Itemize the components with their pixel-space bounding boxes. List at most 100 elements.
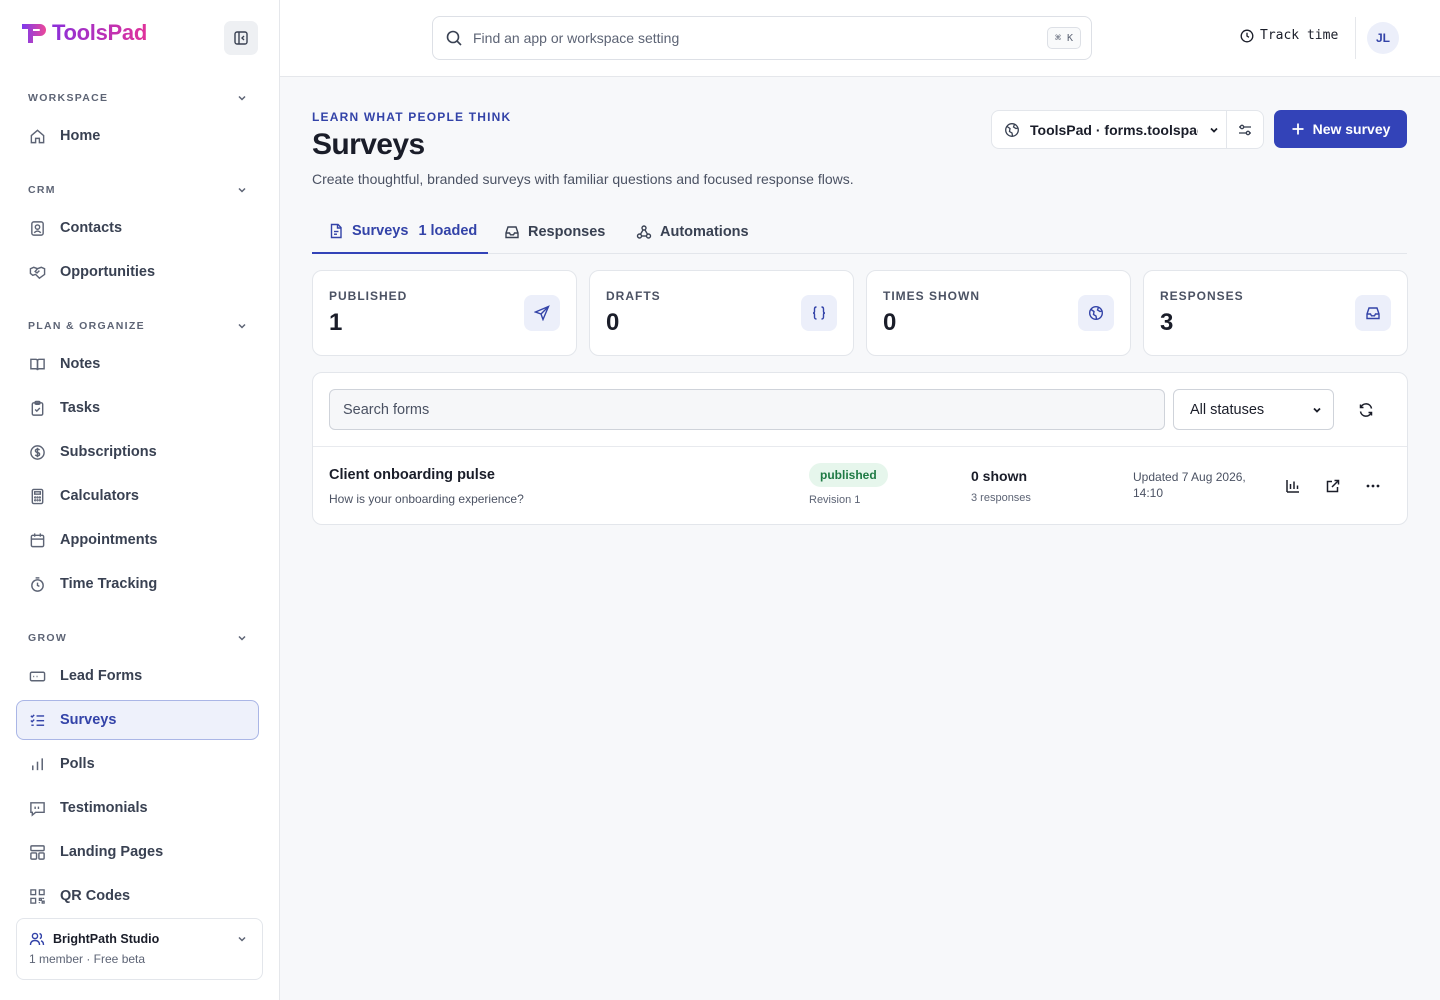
inbox-icon — [505, 225, 519, 238]
stat-value: 3 — [1160, 309, 1174, 336]
clipboard-check-icon — [31, 400, 44, 416]
sidebar-item-subscriptions[interactable]: Subscriptions — [16, 432, 259, 472]
tab-surveys[interactable]: Surveys 1 loaded — [312, 210, 488, 254]
sidebar-item-surveys[interactable]: Surveys — [16, 700, 259, 740]
collapse-sidebar-button[interactable] — [224, 21, 258, 55]
sidebar-item-appointments[interactable]: Appointments — [16, 520, 259, 560]
tab-bar: Surveys 1 loaded Responses Automations — [312, 210, 1407, 254]
organization-meta: 1 member · Free beta — [29, 952, 146, 966]
sidebar-item-label: Landing Pages — [60, 844, 164, 860]
sidebar-item-label: Lead Forms — [60, 668, 143, 684]
section-workspace[interactable]: WORKSPACE — [28, 92, 248, 104]
chevron-down-icon — [238, 187, 246, 193]
sidebar-item-calculators[interactable]: Calculators — [16, 476, 259, 516]
view-results-button[interactable] — [1281, 474, 1305, 498]
organization-switcher[interactable]: BrightPath Studio 1 member · Free beta — [16, 918, 263, 980]
chevron-down-icon — [238, 323, 246, 329]
app-name: ToolsPad — [52, 20, 147, 45]
section-label: GROW — [28, 632, 68, 644]
search-placeholder: Find an app or workspace setting — [473, 30, 680, 46]
sidebar-item-label: Appointments — [60, 532, 158, 548]
tab-responses[interactable]: Responses — [504, 210, 605, 253]
sidebar-item-polls[interactable]: Polls — [16, 744, 259, 784]
sidebar-item-lead-forms[interactable]: Lead Forms — [16, 656, 259, 696]
sidebar-item-label: Home — [60, 128, 101, 144]
stat-label: PUBLISHED — [329, 289, 408, 303]
stat-value: 1 — [329, 309, 343, 336]
sidebar-collapse-icon — [234, 31, 248, 45]
calendar-icon — [30, 532, 45, 547]
qr-code-icon — [30, 888, 45, 904]
inbox-icon — [1366, 307, 1380, 320]
bar-chart-icon — [32, 757, 43, 770]
sidebar-item-testimonials[interactable]: Testimonials — [16, 788, 259, 828]
section-plan-organize[interactable]: PLAN & ORGANIZE — [28, 320, 248, 332]
workspace-settings-button[interactable] — [1227, 111, 1263, 148]
section-label: WORKSPACE — [28, 92, 109, 104]
status-badge: published — [809, 463, 888, 487]
checklist-icon — [30, 713, 45, 726]
home-icon — [30, 128, 45, 143]
tab-automations[interactable]: Automations — [636, 210, 749, 253]
more-actions-button[interactable] — [1361, 474, 1385, 498]
survey-question: How is your onboarding experience? — [329, 492, 524, 506]
globe-icon — [1088, 305, 1104, 321]
sidebar-item-qr-codes[interactable]: QR Codes — [16, 876, 259, 916]
refresh-button[interactable] — [1353, 397, 1379, 423]
stat-label: TIMES SHOWN — [883, 289, 980, 303]
sidebar-item-time-tracking[interactable]: Time Tracking — [16, 564, 259, 604]
page-title: Surveys — [312, 128, 425, 161]
stat-icon-badge — [801, 295, 837, 331]
stopwatch-icon — [31, 576, 44, 592]
page-description: Create thoughtful, branded surveys with … — [312, 171, 854, 187]
handshake-icon — [29, 266, 46, 279]
chevron-down-icon — [238, 95, 246, 101]
search-forms-input[interactable] — [329, 389, 1165, 430]
workspace-select-value: ToolsPad · forms.toolspad — [1030, 121, 1198, 138]
sidebar-item-notes[interactable]: Notes — [16, 344, 259, 384]
workspace-domain-select: ToolsPad · forms.toolspad — [991, 110, 1264, 149]
new-survey-button[interactable]: New survey — [1274, 110, 1407, 148]
open-survey-button[interactable] — [1321, 474, 1345, 498]
plus-icon — [1292, 123, 1304, 135]
stat-icon-badge — [524, 295, 560, 331]
send-icon — [534, 305, 550, 321]
keyboard-shortcut-badge: ⌘ K — [1046, 27, 1081, 49]
tab-label: Surveys — [352, 223, 409, 239]
sidebar-item-label: Time Tracking — [60, 576, 158, 592]
sidebar-item-home[interactable]: Home — [16, 116, 259, 156]
section-grow[interactable]: GROW — [28, 632, 248, 644]
app-logo[interactable]: ToolsPad — [20, 20, 147, 46]
status-filter-select[interactable]: All statuses — [1173, 389, 1334, 430]
sidebar-item-tasks[interactable]: Tasks — [16, 388, 259, 428]
topbar: Find an app or workspace setting ⌘ K Tra… — [280, 0, 1440, 77]
clock-icon — [1240, 29, 1254, 42]
sidebar-item-opportunities[interactable]: Opportunities — [16, 252, 259, 292]
tab-label: Responses — [528, 223, 606, 240]
chevron-down-icon — [1313, 407, 1321, 413]
table-row[interactable]: Client onboarding pulse How is your onbo… — [313, 447, 1407, 525]
users-icon — [29, 932, 45, 946]
globe-icon — [1005, 122, 1019, 137]
file-text-icon — [330, 223, 342, 239]
global-search-input[interactable]: Find an app or workspace setting ⌘ K — [432, 16, 1092, 60]
stat-card-drafts: DRAFTS 0 — [589, 270, 854, 356]
workspace-select-button[interactable]: ToolsPad · forms.toolspad — [992, 111, 1228, 148]
track-time-button[interactable]: Track time — [1240, 28, 1338, 43]
more-horizontal-icon — [1366, 484, 1380, 488]
sidebar-item-contacts[interactable]: Contacts — [16, 208, 259, 248]
status-filter-value: All statuses — [1190, 401, 1265, 418]
times-shown: 0 shown — [971, 468, 1028, 484]
sidebar-item-landing-pages[interactable]: Landing Pages — [16, 832, 259, 872]
sliders-icon — [1239, 124, 1252, 135]
user-avatar[interactable]: JL — [1367, 22, 1399, 54]
page-eyebrow: LEARN WHAT PEOPLE THINK — [312, 110, 512, 124]
stat-label: RESPONSES — [1160, 289, 1244, 303]
survey-title[interactable]: Client onboarding pulse — [329, 467, 495, 483]
topbar-divider — [1355, 17, 1356, 59]
bar-chart-icon — [1286, 480, 1299, 493]
sidebar-item-label: Opportunities — [60, 264, 156, 280]
section-crm[interactable]: CRM — [28, 184, 248, 196]
section-label: PLAN & ORGANIZE — [28, 320, 145, 332]
tab-count-badge: 1 loaded — [418, 223, 478, 239]
